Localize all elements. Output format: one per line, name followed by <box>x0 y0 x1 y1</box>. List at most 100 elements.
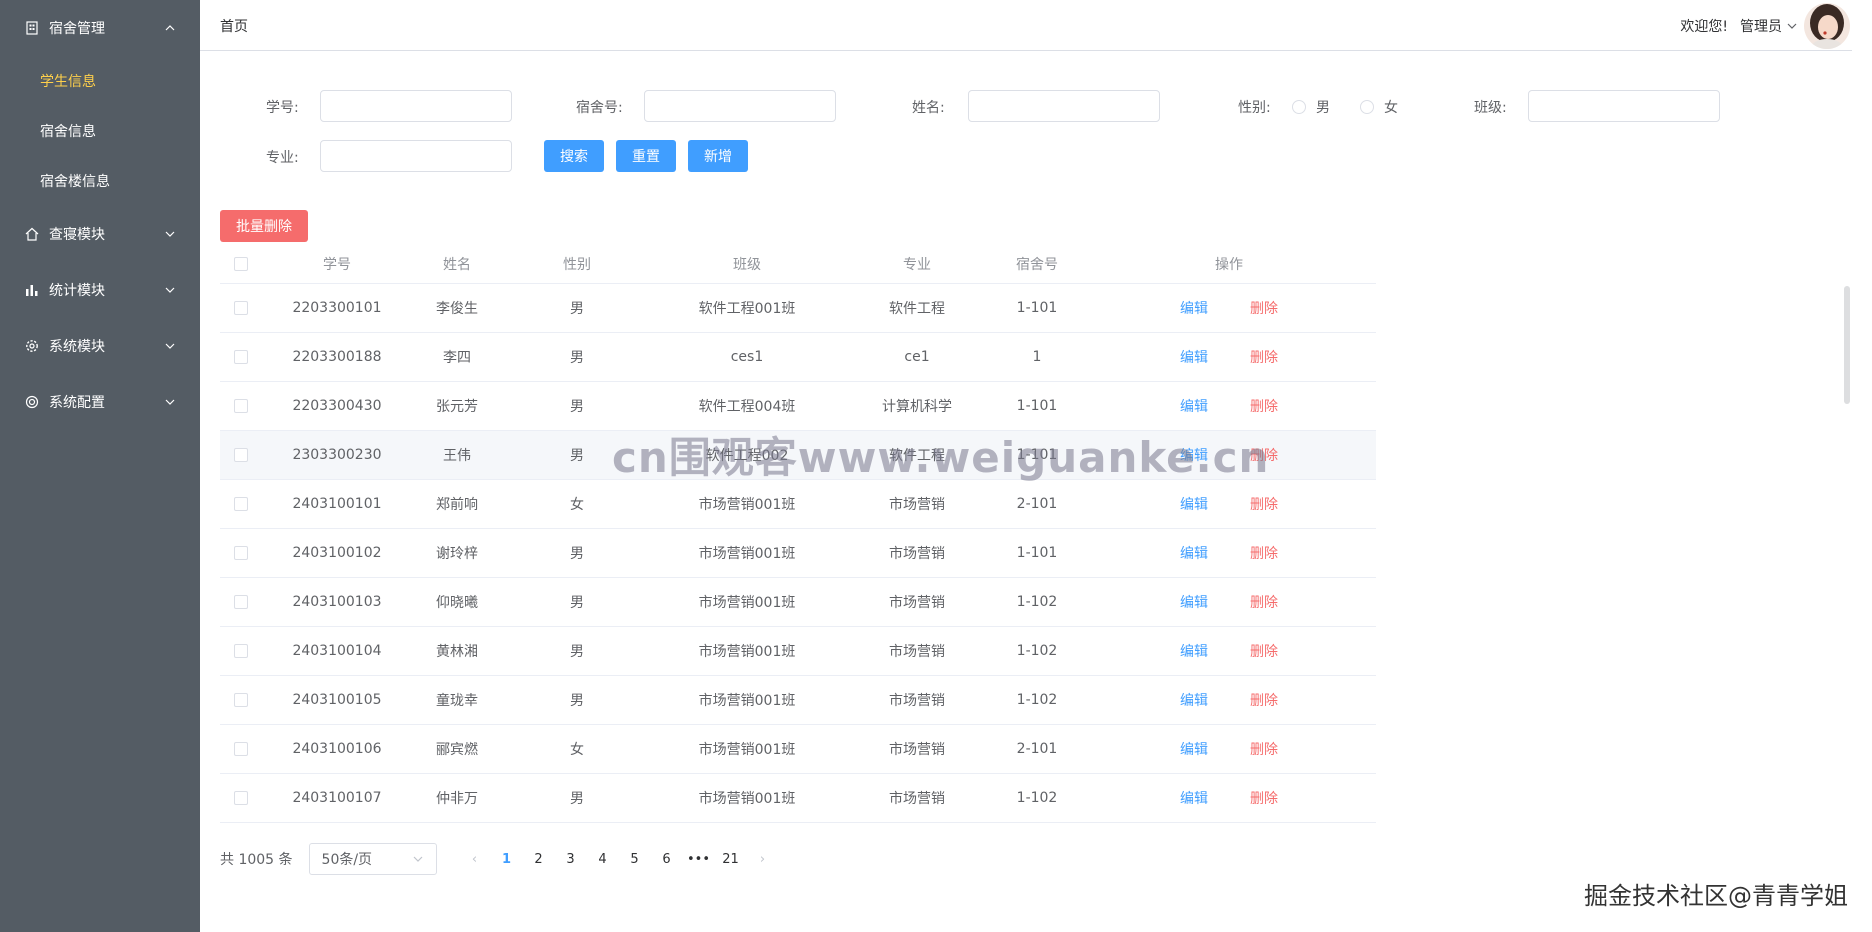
add-button[interactable]: 新增 <box>688 140 748 172</box>
sidebar-item-dorm-info[interactable]: 宿舍信息 <box>0 106 200 156</box>
page-number[interactable]: 2 <box>523 852 555 867</box>
edit-button[interactable]: 编辑 <box>1180 396 1208 416</box>
row-checkbox[interactable] <box>234 399 248 413</box>
page-number[interactable]: 5 <box>619 852 651 867</box>
delete-button[interactable]: 删除 <box>1250 739 1278 759</box>
reset-button[interactable]: 重置 <box>616 140 676 172</box>
next-page-icon[interactable]: › <box>747 852 779 867</box>
edit-button[interactable]: 编辑 <box>1180 739 1208 759</box>
edit-button[interactable]: 编辑 <box>1180 690 1208 710</box>
delete-button[interactable]: 删除 <box>1250 347 1278 367</box>
student-id-input[interactable] <box>320 90 512 122</box>
home-icon <box>24 226 40 242</box>
delete-button[interactable]: 删除 <box>1250 690 1278 710</box>
radio-circle[interactable] <box>1360 100 1374 114</box>
row-checkbox[interactable] <box>234 644 248 658</box>
batch-delete-button[interactable]: 批量删除 <box>220 210 308 242</box>
delete-button[interactable]: 删除 <box>1250 592 1278 612</box>
radio-label: 男 <box>1316 100 1330 116</box>
table-row[interactable]: 2203300188 李四 男 ces1 ce1 1 编辑 删除 <box>220 333 1376 382</box>
row-checkbox[interactable] <box>234 595 248 609</box>
delete-button[interactable]: 删除 <box>1250 641 1278 661</box>
major-label: 专业: <box>266 150 299 166</box>
row-checkbox[interactable] <box>234 693 248 707</box>
header-operations: 操作 <box>1215 256 1243 273</box>
row-checkbox[interactable] <box>234 791 248 805</box>
delete-button[interactable]: 删除 <box>1250 396 1278 416</box>
major-input[interactable] <box>320 140 512 172</box>
delete-button[interactable]: 删除 <box>1250 788 1278 808</box>
page-number[interactable]: 21 <box>715 852 747 867</box>
gender-radio-male[interactable]: 男 <box>1292 97 1330 117</box>
search-button[interactable]: 搜索 <box>544 140 604 172</box>
cell-operations: 编辑 删除 <box>1082 641 1376 661</box>
cell-class: 市场营销001班 <box>698 693 796 709</box>
breadcrumb[interactable]: 首页 <box>220 16 248 36</box>
dorm-no-input[interactable] <box>644 90 836 122</box>
gender-label: 性别: <box>1238 100 1271 116</box>
vertical-scrollbar[interactable] <box>1844 286 1850 404</box>
edit-button[interactable]: 编辑 <box>1180 788 1208 808</box>
menu-group-label: 系统配置 <box>49 395 105 411</box>
table-row[interactable]: 2403100104 黄林湘 男 市场营销001班 市场营销 1-102 编辑 删除 <box>220 627 1376 676</box>
menu-group-config[interactable]: 系统配置 <box>0 374 200 430</box>
page-number[interactable]: 3 <box>555 852 587 867</box>
row-checkbox-cell <box>220 448 262 462</box>
table-row[interactable]: 2403100107 仲非万 男 市场营销001班 市场营销 1-102 编辑 删除 <box>220 774 1376 823</box>
cell-operations: 编辑 删除 <box>1082 543 1376 563</box>
chevron-down-icon <box>165 399 175 405</box>
cell-name: 王伟 <box>443 448 471 464</box>
edit-button[interactable]: 编辑 <box>1180 641 1208 661</box>
table-row[interactable]: 2203300101 李俊生 男 软件工程001班 软件工程 1-101 编辑 删除 <box>220 284 1376 333</box>
edit-button[interactable]: 编辑 <box>1180 298 1208 318</box>
edit-button[interactable]: 编辑 <box>1180 543 1208 563</box>
student-table: 学号 姓名 性别 班级 专业 宿舍号 操作 2203300101 李俊生男软件工程… <box>220 244 1376 823</box>
radio-circle[interactable] <box>1292 100 1306 114</box>
edit-button[interactable]: 编辑 <box>1180 592 1208 612</box>
row-checkbox[interactable] <box>234 301 248 315</box>
row-checkbox[interactable] <box>234 742 248 756</box>
delete-button[interactable]: 删除 <box>1250 494 1278 514</box>
edit-button[interactable]: 编辑 <box>1180 494 1208 514</box>
delete-button[interactable]: 删除 <box>1250 543 1278 563</box>
page-number[interactable]: 6 <box>651 852 683 867</box>
page-ellipsis[interactable]: ••• <box>683 852 715 867</box>
cell-dorm-no: 1-101 <box>1016 398 1058 414</box>
menu-group-statistics[interactable]: 统计模块 <box>0 262 200 318</box>
row-checkbox[interactable] <box>234 350 248 364</box>
cell-class: 市场营销001班 <box>698 595 796 611</box>
select-all-checkbox[interactable] <box>234 256 248 271</box>
table-row[interactable]: 2403100102 谢玲梓 男 市场营销001班 市场营销 1-101 编辑 删除 <box>220 529 1376 578</box>
user-menu[interactable]: 欢迎您! 管理员 <box>1680 0 1852 51</box>
table-row[interactable]: 2403100103 仰晓曦 男 市场营销001班 市场营销 1-102 编辑 删除 <box>220 578 1376 627</box>
chevron-down-icon <box>413 856 422 862</box>
gender-radio-female[interactable]: 女 <box>1360 97 1398 117</box>
page-number[interactable]: 4 <box>587 852 619 867</box>
menu-group-checkin[interactable]: 查寝模块 <box>0 206 200 262</box>
row-checkbox[interactable] <box>234 546 248 560</box>
edit-button[interactable]: 编辑 <box>1180 347 1208 367</box>
page-number[interactable]: 1 <box>491 852 523 867</box>
class-input[interactable] <box>1528 90 1720 122</box>
avatar[interactable] <box>1804 2 1850 49</box>
table-row[interactable]: 2403100105 童珑幸 男 市场营销001班 市场营销 1-102 编辑 删除 <box>220 676 1376 725</box>
menu-group-label: 宿舍管理 <box>49 21 105 37</box>
chevron-down-icon[interactable] <box>1786 20 1798 32</box>
bar-chart-icon <box>24 282 40 298</box>
row-checkbox[interactable] <box>234 497 248 511</box>
sidebar-item-student-info[interactable]: 学生信息 <box>0 56 200 106</box>
chevron-down-icon <box>165 343 175 349</box>
delete-button[interactable]: 删除 <box>1250 298 1278 318</box>
table-row[interactable]: 2403100101 郑前响 女 市场营销001班 市场营销 2-101 编辑 删除 <box>220 480 1376 529</box>
sidebar-item-building-info[interactable]: 宿舍楼信息 <box>0 156 200 206</box>
row-checkbox[interactable] <box>234 448 248 462</box>
header-student-id: 学号 <box>323 256 351 273</box>
prev-page-icon[interactable]: ‹ <box>459 852 491 867</box>
name-input[interactable] <box>968 90 1160 122</box>
menu-group-system[interactable]: 系统模块 <box>0 318 200 374</box>
menu-group-dormitory[interactable]: 宿舍管理 <box>0 0 200 56</box>
username[interactable]: 管理员 <box>1740 16 1782 36</box>
cell-operations: 编辑 删除 <box>1082 298 1376 318</box>
page-size-select[interactable]: 50条/页 <box>308 843 437 875</box>
table-row[interactable]: 2403100106 郦宾燃 女 市场营销001班 市场营销 2-101 编辑 删除 <box>220 725 1376 774</box>
